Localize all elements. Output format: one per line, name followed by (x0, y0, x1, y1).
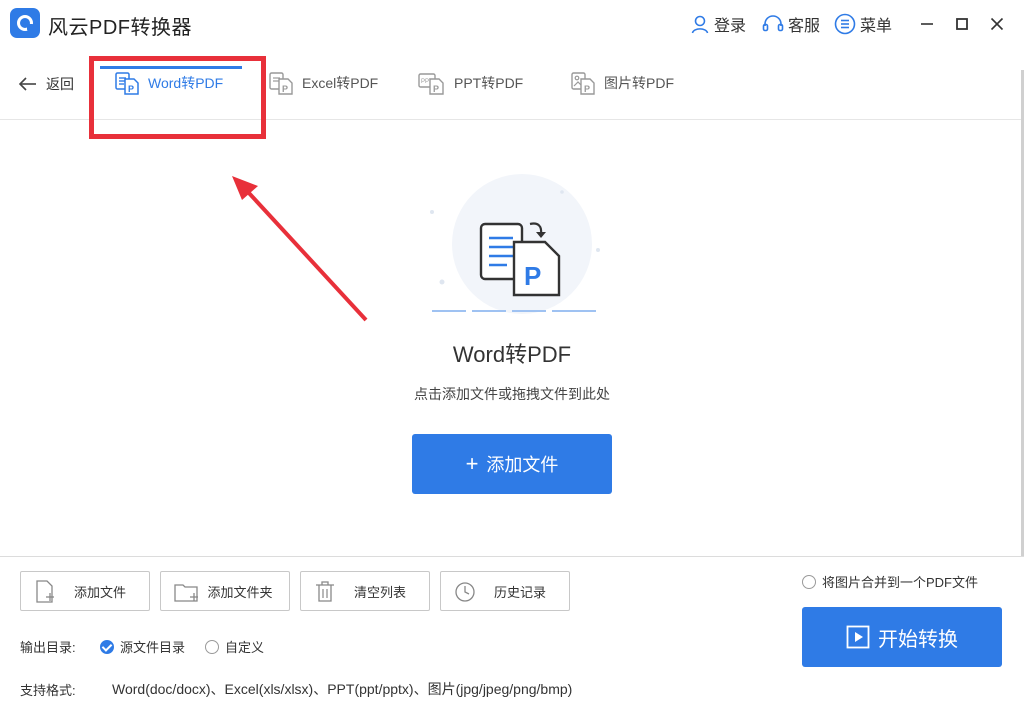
svg-text:P: P (433, 84, 439, 94)
clear-list-button[interactable]: 清空列表 (300, 571, 430, 611)
output-dir-label: 输出目录: (20, 640, 76, 655)
maximize-button[interactable] (951, 13, 973, 35)
tab-image-to-pdf[interactable]: P 图片转PDF (570, 66, 674, 100)
tab-excel-to-pdf[interactable]: P Excel转PDF (268, 66, 378, 100)
add-folder-button[interactable]: 添加文件夹 (160, 571, 290, 611)
close-button[interactable] (986, 13, 1008, 35)
menu-icon (834, 13, 856, 35)
plus-icon: + (465, 451, 479, 476)
support-label: 客服 (788, 18, 821, 35)
image-doc-icon: P (571, 72, 595, 95)
arrow-left-icon (18, 77, 36, 91)
title-bar: 风云PDF转换器 登录 客服 菜单 (0, 0, 1024, 48)
add-file-label: 添加文件 (73, 584, 126, 600)
source-dir-label: 源文件目录 (120, 640, 186, 655)
menu-label: 菜单 (860, 18, 893, 35)
supported-formats-value: Word(doc/docx)、Excel(xls/xlsx)、PPT(ppt/p… (112, 681, 573, 697)
start-convert-label: 开始转换 (878, 628, 958, 651)
custom-dir-radio[interactable] (205, 639, 219, 654)
add-folder-label: 添加文件夹 (207, 584, 273, 600)
dropzone-hint: 点击添加文件或拖拽文件到此处 (414, 386, 610, 402)
add-file-button[interactable]: 添加文件 (20, 571, 150, 611)
dropzone-title: Word转PDF (452, 342, 572, 367)
history-button[interactable]: 历史记录 (440, 571, 570, 611)
app-logo-icon (10, 8, 40, 38)
back-label: 返回 (46, 76, 74, 92)
clear-list-label: 清空列表 (353, 584, 406, 600)
bottom-panel: 添加文件 添加文件夹 清空列表 历史记录 将图片合并到一个PDF文件 输出目录: (0, 556, 1024, 720)
merge-images-label: 将图片合并到一个PDF文件 (822, 575, 979, 590)
minimize-icon (921, 23, 933, 25)
word-to-pdf-illustration: P (430, 174, 600, 314)
supported-formats-label: 支持格式: (20, 683, 76, 698)
output-custom-option[interactable]: 自定义 (205, 637, 264, 656)
user-icon (691, 15, 709, 34)
support-button[interactable]: 客服 (762, 12, 820, 36)
ppt-doc-icon: PPT P (418, 73, 444, 95)
add-file-main-button[interactable]: + 添加文件 (412, 434, 612, 494)
tab-label: PPT转PDF (454, 75, 524, 91)
close-icon (990, 17, 1004, 31)
headset-icon (762, 15, 784, 32)
source-dir-radio[interactable] (100, 639, 114, 654)
menu-button[interactable]: 菜单 (834, 12, 892, 36)
excel-doc-icon: P (269, 72, 293, 95)
minimize-button[interactable] (916, 13, 938, 35)
svg-text:P: P (524, 261, 541, 291)
tab-label: 图片转PDF (604, 75, 674, 91)
custom-dir-label: 自定义 (225, 640, 265, 655)
svg-text:P: P (584, 84, 590, 94)
app-title: 风云PDF转换器 (48, 17, 192, 39)
tab-ppt-to-pdf[interactable]: PPT P PPT转PDF (418, 66, 523, 100)
svg-text:P: P (282, 84, 288, 94)
tab-label: Excel转PDF (302, 75, 379, 91)
merge-images-option[interactable]: 将图片合并到一个PDF文件 (802, 572, 978, 591)
annotation-arrow (232, 176, 368, 322)
output-source-dir-option[interactable]: 源文件目录 (100, 637, 185, 656)
merge-images-radio[interactable] (802, 574, 816, 589)
start-convert-button[interactable]: 开始转换 (802, 607, 1002, 667)
play-icon (846, 625, 870, 649)
history-label: 历史记录 (493, 584, 546, 600)
annotation-highlight-box (89, 56, 266, 139)
maximize-icon (956, 18, 968, 30)
login-label: 登录 (714, 18, 747, 35)
login-button[interactable]: 登录 (690, 12, 746, 36)
back-button[interactable]: 返回 (18, 74, 74, 94)
add-file-main-label: 添加文件 (486, 455, 559, 475)
